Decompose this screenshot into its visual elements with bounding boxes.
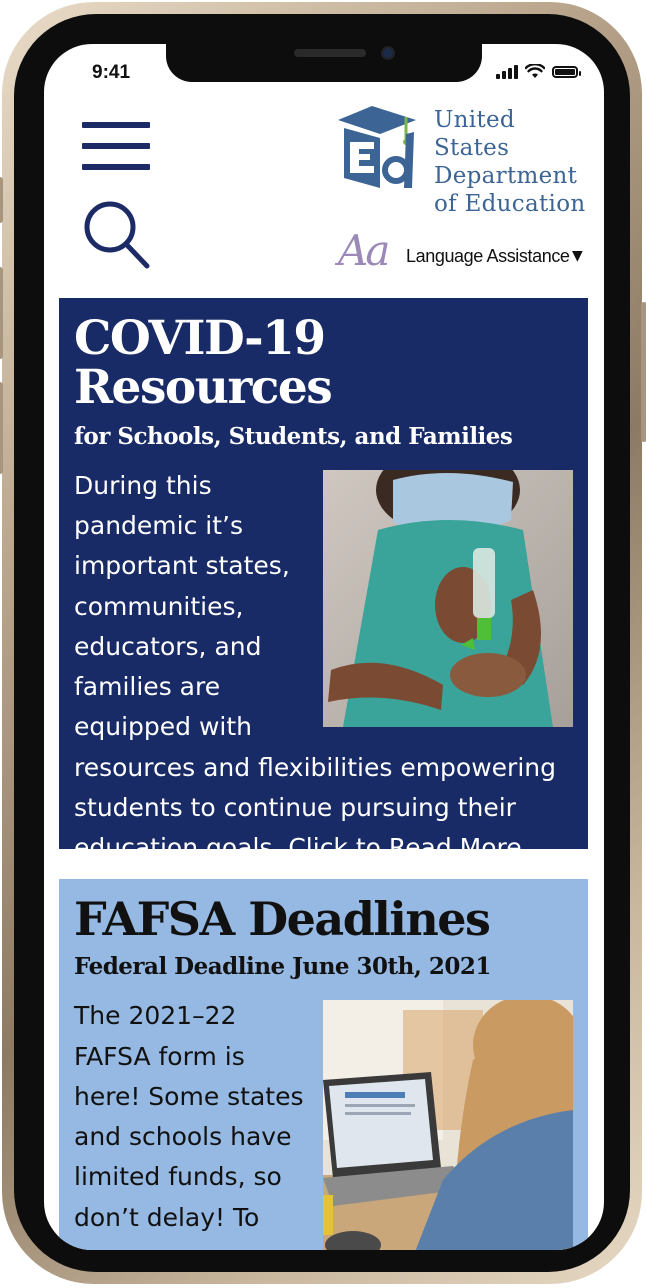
menu-button[interactable] [82,122,152,174]
volume-down-button [0,382,3,474]
front-camera [383,48,393,58]
ed-logo[interactable]: United States Department of Education [336,102,590,217]
search-icon [84,201,150,269]
agency-name-line: of Education [434,191,586,217]
language-assistance-label: Language Assistance [406,246,570,266]
mute-switch [0,177,3,223]
fafsa-deadlines-card[interactable]: FAFSA Deadlines Federal Deadline June 30… [59,879,588,1250]
agency-name-line: Department [434,163,578,189]
notch [166,44,482,82]
card-title: FAFSA Deadlines [74,892,491,946]
covid-resources-card[interactable]: COVID-19 Resources for Schools, Students… [59,298,588,862]
ed-logo-icon [338,106,416,188]
volume-up-button [0,267,3,359]
agency-name-line: United States [434,107,515,161]
student-laptop-photo [323,1000,573,1250]
battery-icon [552,65,581,78]
child-hand-sanitizer-photo [323,469,573,727]
card-body-text: The 2021–22 FAFSA form is here! Some sta… [74,1001,304,1232]
screen: 9:41 United States Department of Educati… [44,44,604,1250]
language-aa-icon: Aa [338,226,390,275]
power-button [641,302,646,442]
status-time: 9:41 [92,62,131,83]
language-assistance-dropdown[interactable]: Aa Language Assistance ▼ [338,226,598,275]
signal-icon [496,64,518,79]
agency-name: United States Department of Education [434,106,590,218]
status-icons [496,64,581,79]
speaker [294,49,366,57]
search-button[interactable] [82,199,152,271]
card-subtitle: Federal Deadline June 30th, 2021 [74,953,491,981]
card-title: COVID-19 Resources [74,311,333,416]
caret-down-icon: ▼ [572,248,583,264]
wifi-icon [525,64,545,78]
card-subtitle: for Schools, Students, and Families [74,422,513,450]
